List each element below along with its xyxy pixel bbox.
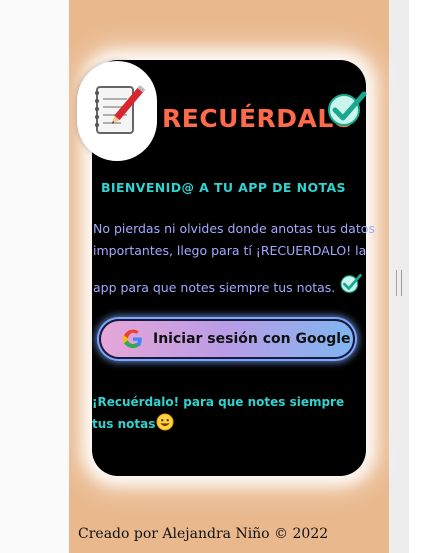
google-g-icon: [123, 329, 142, 349]
app-logo: [77, 61, 157, 161]
description-line-3: app para que notes siempre tus notas.: [93, 280, 336, 295]
resize-handle[interactable]: [396, 270, 402, 296]
smiley-icon: [156, 413, 174, 431]
check-mark-icon: [328, 91, 367, 126]
description-line-3-wrap: app para que notes siempre tus notas.: [93, 272, 363, 299]
notebook-pencil-icon: [95, 84, 146, 134]
google-sign-in-label: Iniciar sesión con Google: [153, 331, 351, 347]
description-line-2: importantes, llego para tí ¡RECUERDALO! …: [93, 243, 367, 258]
right-edge: [409, 0, 425, 553]
description-line-1: No pierdas ni olvides donde anotas tus d…: [93, 221, 375, 236]
footer-credits: Creado por Alejandra Niño © 2022: [78, 526, 329, 542]
left-gutter: [0, 0, 69, 553]
welcome-heading: BIENVENID@ A TU APP DE NOTAS: [101, 180, 346, 195]
check-mark-icon: [340, 273, 363, 293]
tagline: ¡Recuérdalo! para que notes siempre tus …: [92, 391, 362, 435]
app-description: No pierdas ni olvides donde anotas tus d…: [93, 218, 378, 299]
tagline-text: ¡Recuérdalo! para que notes siempre tus …: [92, 395, 345, 431]
google-sign-in-button[interactable]: Iniciar sesión con Google: [99, 319, 355, 359]
